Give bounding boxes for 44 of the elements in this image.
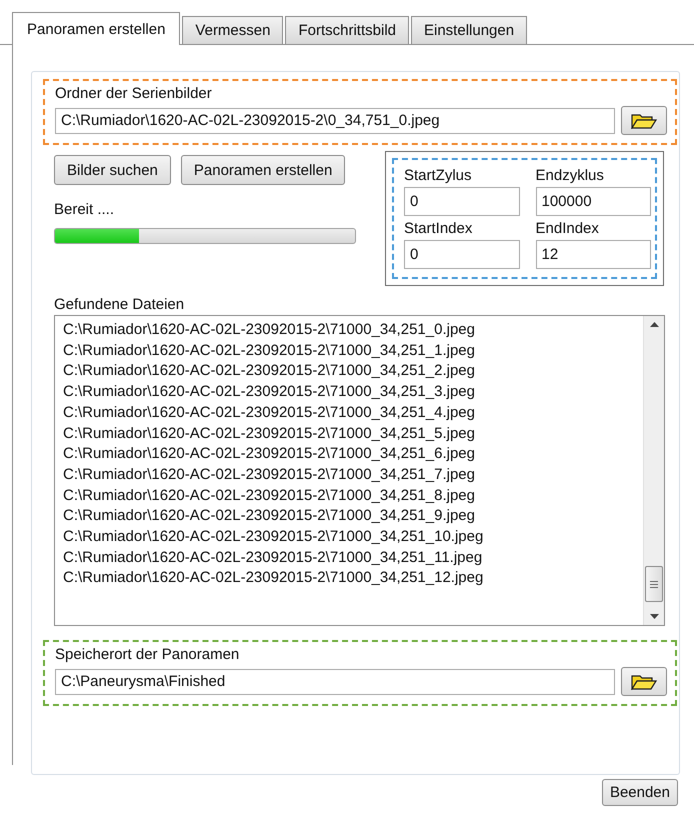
scroll-down-icon[interactable]	[650, 614, 658, 619]
folder-icon	[631, 674, 657, 690]
field-label: Endzyklus	[536, 167, 605, 184]
tab[interactable]: Panoramen erstellen	[12, 12, 180, 45]
file-list[interactable]	[54, 315, 665, 626]
scrollbar[interactable]	[643, 316, 664, 625]
status-text: Bereit ....	[54, 201, 116, 218]
file-item[interactable]: C:\Rumiador\1620-AC-02L-23092015-2\71000_34,251_2.jpeg	[63, 361, 635, 382]
file-item[interactable]: C:\Rumiador\1620-AC-02L-23092015-2\71000_34,251_5.jpeg	[63, 424, 635, 444]
action-button[interactable]: Bilder suchen	[54, 155, 171, 185]
browse-button[interactable]	[621, 667, 667, 696]
action-button[interactable]: Panoramen erstellen	[180, 155, 346, 185]
field-label: StartZylus	[404, 167, 473, 184]
file-item[interactable]: C:\Rumiador\1620-AC-02L-23092015-2\71000_34,251_10.jpeg	[63, 527, 635, 548]
file-item[interactable]: C:\Rumiador\1620-AC-02L-23092015-2\71000_34,251_7.jpeg	[63, 464, 635, 486]
file-item[interactable]: C:\Rumiador\1620-AC-02L-23092015-2\71000_34,251_9.jpeg	[63, 506, 635, 528]
file-item[interactable]: C:\Rumiador\1620-AC-02L-23092015-2\71000_34,251_3.jpeg	[63, 382, 635, 403]
file-item[interactable]: C:\Rumiador\1620-AC-02L-23092015-2\71000_34,251_0.jpeg	[63, 320, 635, 341]
exit-button[interactable]: Beenden	[602, 779, 678, 806]
browse-button[interactable]	[621, 106, 667, 135]
file-item[interactable]: C:\Rumiador\1620-AC-02L-23092015-2\71000_34,251_1.jpeg	[63, 340, 635, 362]
file-item[interactable]: C:\Rumiador\1620-AC-02L-23092015-2\71000_34,251_6.jpeg	[63, 444, 635, 465]
file-item[interactable]: C:\Rumiador\1620-AC-02L-23092015-2\71000_34,251_11.jpeg	[63, 548, 635, 568]
file-item[interactable]: C:\Rumiador\1620-AC-02L-23092015-2\71000_34,251_4.jpeg	[63, 402, 635, 424]
tab[interactable]: Fortschrittsbild	[285, 16, 409, 44]
number-field[interactable]: 100000	[536, 187, 651, 216]
field-label: EndIndex	[536, 220, 600, 237]
path-field[interactable]: C:\Rumiador\1620-AC-02L-23092015-2\0_34,751_0.jpeg	[55, 108, 615, 134]
path-field[interactable]: C:\Paneurysma\Finished	[55, 668, 615, 694]
folder-icon	[631, 112, 657, 128]
number-field[interactable]: 12	[536, 240, 651, 269]
number-field[interactable]: 0	[404, 187, 520, 216]
scroll-up-icon[interactable]	[650, 322, 658, 327]
grip-icon	[650, 580, 658, 588]
tab[interactable]: Einstellungen	[411, 16, 528, 44]
tab[interactable]: Vermessen	[182, 16, 284, 44]
field-label: Ordner der Serienbilder	[55, 85, 213, 102]
field-label: Speicherort der Panoramen	[55, 646, 240, 663]
scroll-thumb[interactable]	[645, 566, 663, 602]
file-item[interactable]: C:\Rumiador\1620-AC-02L-23092015-2\71000_34,251_12.jpeg	[63, 568, 635, 590]
list-label: Gefundene Dateien	[54, 296, 186, 313]
file-item[interactable]: C:\Rumiador\1620-AC-02L-23092015-2\71000_34,251_8.jpeg	[63, 486, 635, 506]
field-label: StartIndex	[404, 220, 474, 237]
number-field[interactable]: 0	[404, 240, 520, 269]
